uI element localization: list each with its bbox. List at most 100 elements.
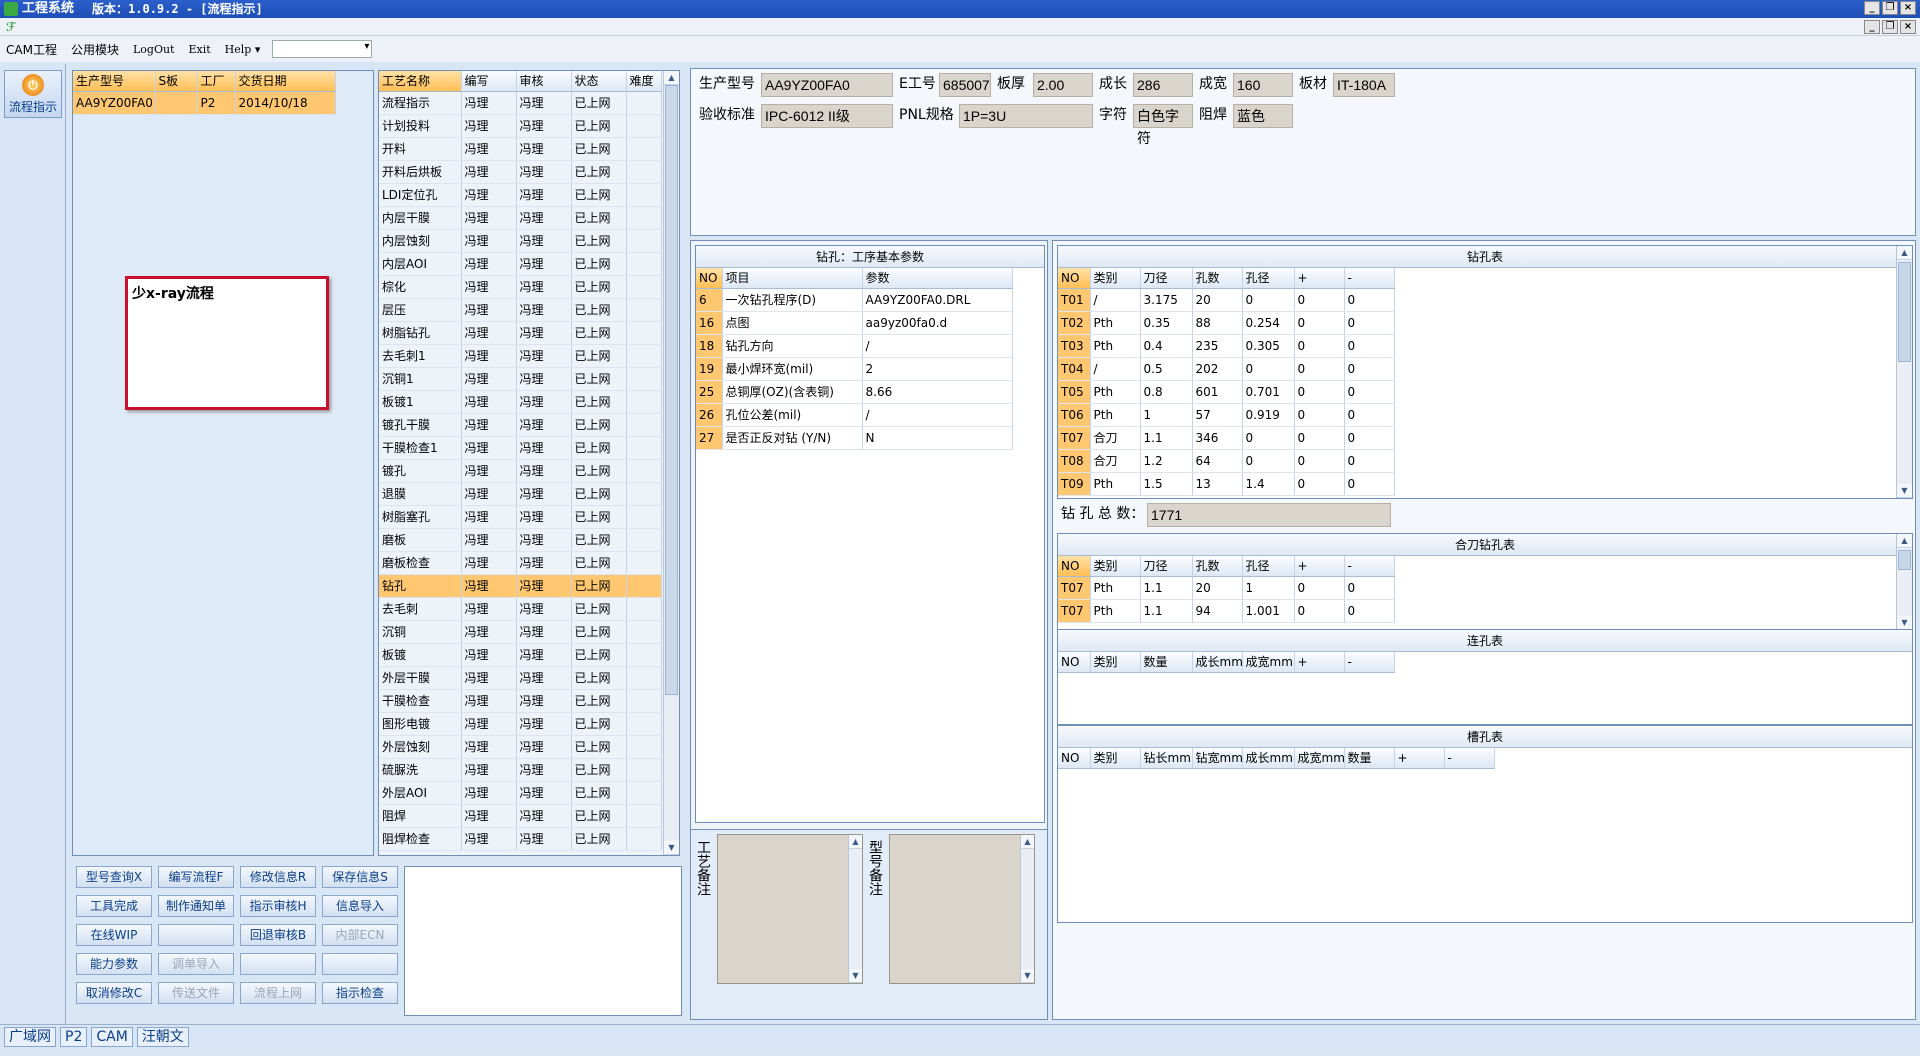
- menu-help[interactable]: Help ▾: [223, 42, 263, 57]
- menu-logout[interactable]: LogOut: [131, 42, 177, 57]
- table-row[interactable]: 树脂塞孔 冯理 冯理 已上网: [379, 505, 662, 529]
- model-remark-scroll-down-icon[interactable]: ▼: [1021, 969, 1034, 983]
- table-row[interactable]: 退膜 冯理 冯理 已上网: [379, 482, 662, 506]
- mdi-restore-icon[interactable]: ❐: [1882, 20, 1898, 34]
- drill-head-col[interactable]: 孔数: [1192, 268, 1243, 289]
- function-button[interactable]: 制作通知单: [158, 895, 234, 917]
- process-remark-memo[interactable]: ▲ ▼: [717, 834, 863, 984]
- table-row[interactable]: 板镀1 冯理 冯理 已上网: [379, 390, 662, 414]
- table-row[interactable]: 去毛刺 冯理 冯理 已上网: [379, 597, 662, 621]
- function-button[interactable]: 型号查询X: [76, 866, 152, 888]
- scroll-thumb[interactable]: [665, 85, 678, 695]
- function-button[interactable]: [240, 953, 316, 975]
- thickness-field[interactable]: 2.00: [1033, 73, 1093, 97]
- close-icon[interactable]: ×: [1900, 1, 1916, 15]
- scroll-up-icon[interactable]: ▲: [664, 71, 679, 85]
- standard-field[interactable]: IPC-6012 II级: [761, 104, 893, 128]
- table-row[interactable]: 镀孔 冯理 冯理 已上网: [379, 459, 662, 483]
- drill-scroll-down-icon[interactable]: ▼: [1897, 484, 1912, 498]
- params-head-col[interactable]: 参数: [862, 268, 1013, 289]
- minimize-icon[interactable]: _: [1864, 1, 1880, 15]
- table-row[interactable]: 干膜检查1 冯理 冯理 已上网: [379, 436, 662, 460]
- drill-head-col[interactable]: 孔径: [1242, 268, 1295, 289]
- table-row[interactable]: T09 Pth 1.5 13 1.4 0 0: [1058, 472, 1395, 496]
- process-head-col[interactable]: 工艺名称: [379, 71, 462, 92]
- merge-head-col[interactable]: 刀径: [1140, 556, 1193, 577]
- table-row[interactable]: 内层蚀刻 冯理 冯理 已上网: [379, 229, 662, 253]
- table-row[interactable]: 树脂钻孔 冯理 冯理 已上网: [379, 321, 662, 345]
- slot-head-col[interactable]: NO: [1058, 748, 1091, 769]
- table-row[interactable]: 镀孔干膜 冯理 冯理 已上网: [379, 413, 662, 437]
- process-head-col[interactable]: 难度: [626, 71, 662, 92]
- process-instruction-button[interactable]: ⏻ 流程指示: [4, 70, 62, 118]
- table-row[interactable]: 图形电镀 冯理 冯理 已上网: [379, 712, 662, 736]
- process-head-col[interactable]: 编写: [461, 71, 517, 92]
- table-row[interactable]: T02 Pth 0.35 88 0.254 0 0: [1058, 311, 1395, 335]
- merge-scroll-down-icon[interactable]: ▼: [1897, 616, 1912, 630]
- slot-head-col[interactable]: 成宽mm: [1294, 748, 1345, 769]
- function-button[interactable]: 指示审核H: [240, 895, 316, 917]
- function-button[interactable]: 保存信息S: [322, 866, 398, 888]
- table-row[interactable]: 开料后烘板 冯理 冯理 已上网: [379, 160, 662, 184]
- model-remark-scroll-up-icon[interactable]: ▲: [1021, 835, 1034, 849]
- merge-head-col[interactable]: NO: [1058, 556, 1091, 577]
- eno-field[interactable]: 685007: [939, 73, 991, 97]
- table-row[interactable]: 外层干膜 冯理 冯理 已上网: [379, 666, 662, 690]
- drill-scroll-thumb[interactable]: [1898, 262, 1911, 362]
- process-head-col[interactable]: 审核: [516, 71, 572, 92]
- table-row[interactable]: T06 Pth 1 57 0.919 0 0: [1058, 403, 1395, 427]
- function-button[interactable]: 工具完成: [76, 895, 152, 917]
- function-button[interactable]: [158, 924, 234, 946]
- merge-scroll-thumb[interactable]: [1898, 550, 1911, 570]
- link-head-col[interactable]: 成宽mm: [1242, 652, 1295, 673]
- table-row[interactable]: 外层AOI 冯理 冯理 已上网: [379, 781, 662, 805]
- merge-head-col[interactable]: 类别: [1090, 556, 1141, 577]
- link-head-col[interactable]: NO: [1058, 652, 1091, 673]
- table-row[interactable]: 钻孔 冯理 冯理 已上网: [379, 574, 662, 598]
- slot-head-col[interactable]: -: [1444, 748, 1495, 769]
- function-button[interactable]: 能力参数: [76, 953, 152, 975]
- mdi-close-icon[interactable]: ×: [1900, 20, 1916, 34]
- length-field[interactable]: 286: [1133, 73, 1193, 97]
- table-row[interactable]: 层压 冯理 冯理 已上网: [379, 298, 662, 322]
- menu-exit[interactable]: Exit: [186, 42, 212, 57]
- drill-scrollbar[interactable]: ▲ ▼: [1896, 246, 1912, 498]
- table-row[interactable]: 16 点图 aa9yz00fa0.d: [696, 311, 1013, 335]
- table-row[interactable]: T07 Pth 1.1 20 1 0 0: [1058, 576, 1395, 600]
- function-button[interactable]: 取消修改C: [76, 982, 152, 1004]
- table-row[interactable]: T04/0.5 202 0 0 0: [1058, 357, 1395, 381]
- slot-head-col[interactable]: +: [1394, 748, 1445, 769]
- orders-head-col[interactable]: 生产型号: [73, 71, 156, 92]
- function-button[interactable]: 修改信息R: [240, 866, 316, 888]
- process-scrollbar[interactable]: ▲ ▼: [663, 71, 679, 855]
- function-button[interactable]: 流程上网: [240, 982, 316, 1004]
- function-button[interactable]: 信息导入: [322, 895, 398, 917]
- table-row[interactable]: 沉铜1 冯理 冯理 已上网: [379, 367, 662, 391]
- link-head-col[interactable]: 类别: [1090, 652, 1141, 673]
- menu-common[interactable]: 公用模块: [69, 40, 121, 59]
- drill-head-col[interactable]: -: [1344, 268, 1395, 289]
- table-row[interactable]: LDI定位孔 冯理 冯理 已上网: [379, 183, 662, 207]
- table-row[interactable]: T08 合刀 1.2 64 0 0 0: [1058, 449, 1395, 473]
- drill-head-col[interactable]: NO: [1058, 268, 1091, 289]
- slot-head-col[interactable]: 数量: [1344, 748, 1395, 769]
- pnl-field[interactable]: 1P=3U: [959, 104, 1093, 128]
- function-button[interactable]: 回退审核B: [240, 924, 316, 946]
- table-row[interactable]: 开料 冯理 冯理 已上网: [379, 137, 662, 161]
- table-row[interactable]: T03 Pth 0.4 235 0.305 0 0: [1058, 334, 1395, 358]
- table-row[interactable]: T05 Pth 0.8 601 0.701 0 0: [1058, 380, 1395, 404]
- link-head-col[interactable]: 数量: [1140, 652, 1193, 673]
- table-row[interactable]: 6 一次钻孔程序(D) AA9YZ00FA0.DRL: [696, 288, 1013, 312]
- restore-icon[interactable]: ❐: [1882, 1, 1898, 15]
- drill-scroll-up-icon[interactable]: ▲: [1897, 246, 1912, 260]
- link-head-col[interactable]: +: [1294, 652, 1345, 673]
- remark-scroll-up-icon[interactable]: ▲: [849, 835, 862, 849]
- drill-head-col[interactable]: 类别: [1090, 268, 1141, 289]
- table-row[interactable]: 计划投料 冯理 冯理 已上网: [379, 114, 662, 138]
- merge-scroll-up-icon[interactable]: ▲: [1897, 534, 1912, 548]
- message-box[interactable]: [404, 866, 682, 1016]
- solder-mask-field[interactable]: 蓝色: [1233, 104, 1293, 128]
- slot-head-col[interactable]: 类别: [1090, 748, 1141, 769]
- scroll-down-icon[interactable]: ▼: [664, 841, 679, 855]
- orders-head-col[interactable]: 交货日期: [235, 71, 336, 92]
